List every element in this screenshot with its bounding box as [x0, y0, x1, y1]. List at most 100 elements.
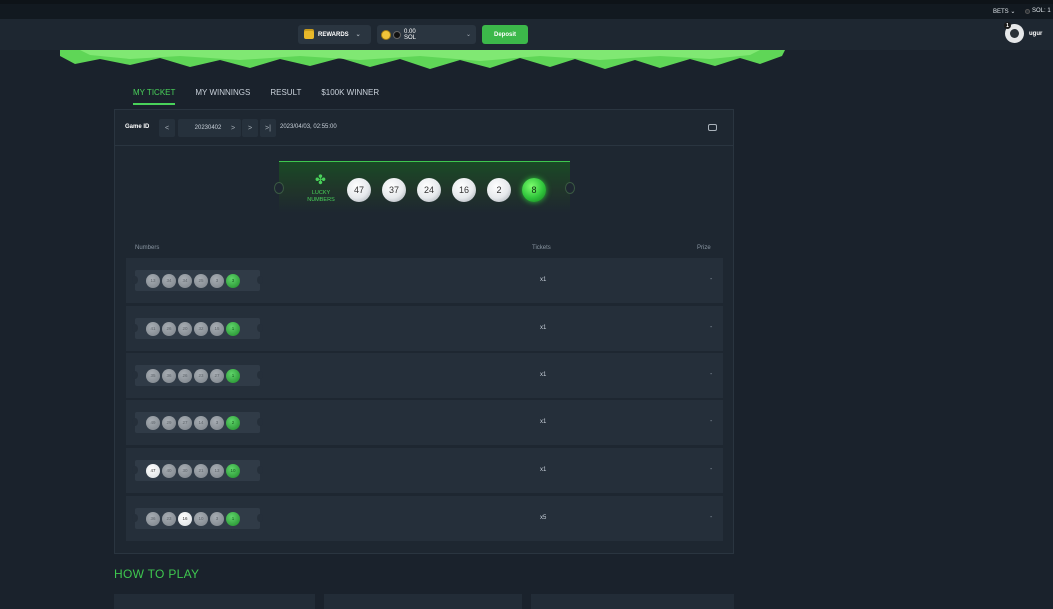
game-datetime: 2023/04/03, 02:55:00: [280, 124, 337, 130]
ticket-bonus-ball: 1: [226, 368, 240, 383]
ticket-ball: 23: [162, 511, 176, 526]
ticket-notch-left: [132, 514, 138, 522]
lucky-label-line2: NUMBERS: [307, 197, 335, 203]
ticket-ball-matched: 16: [178, 511, 192, 526]
clover-icon: ✤: [315, 172, 326, 187]
ticket-ball: 34: [162, 273, 176, 288]
ticket-prize: -: [710, 371, 713, 378]
ticket-ball: 29: [162, 415, 176, 430]
table-row: 49 29 27 14 3 2 x1 -: [126, 400, 723, 445]
ticket-ball: 20: [178, 321, 192, 336]
ticket-numbers: 49 29 27 14 3 2: [132, 412, 263, 433]
ticket-notch-left: [132, 371, 138, 379]
ticket-ball: 25: [194, 273, 208, 288]
lucky-number-balls: 47 37 24 16 2 8: [347, 178, 546, 202]
ticket-notch-left: [132, 276, 138, 284]
lucky-ball: 37: [382, 178, 406, 202]
ticket-ball: 35: [146, 368, 160, 383]
avatar[interactable]: 1: [1004, 22, 1024, 43]
bets-label: BETS: [993, 9, 1009, 15]
ticket-ball: 21: [194, 463, 208, 478]
ticket-notch-right: [257, 418, 263, 426]
lucky-numbers-label: LUCKY NUMBERS: [301, 190, 341, 204]
ticket-prize: -: [710, 324, 713, 331]
ticket-ball: 23: [194, 368, 208, 383]
column-header-numbers: Numbers: [135, 245, 160, 251]
ticket-numbers: 47 40 30 21 13 10: [132, 460, 263, 481]
table-row: 13 34 34 25 3 3 x1 -: [126, 258, 723, 303]
next-game-button[interactable]: >: [225, 119, 241, 137]
ticket-count: x1: [540, 467, 547, 473]
tab-result[interactable]: RESULT: [270, 88, 301, 105]
ticket-ball: 15: [210, 321, 224, 336]
ticket-count: x5: [540, 515, 547, 521]
ticket-ball: 36: [162, 368, 176, 383]
ticket-prize: -: [710, 276, 713, 283]
ticket-bonus-ball: 1: [226, 511, 240, 526]
rewards-button[interactable]: REWARDS ⌄: [298, 25, 371, 44]
ticket-ball: 3: [210, 415, 224, 430]
tab-my-winnings[interactable]: MY WINNINGS: [195, 88, 250, 105]
ticket-bonus-ball: 1: [226, 321, 240, 336]
money-banner-decoration: [60, 50, 785, 69]
lucky-ball: 47: [347, 178, 371, 202]
user-menu[interactable]: 1 ugur: [1004, 22, 1043, 43]
ticket-count: x1: [540, 277, 547, 283]
wallet-selector[interactable]: 0.00 SOL ⌄: [377, 25, 476, 44]
ticket-notch-right: [257, 276, 263, 284]
ticket-prize: -: [710, 418, 713, 425]
ticket-notch-right: [257, 466, 263, 474]
bets-dropdown[interactable]: BETS ⌄: [993, 8, 1015, 15]
table-row: 35 36 26 23 27 1 x1 -: [126, 353, 723, 398]
tab-100k-winner[interactable]: $100K WINNER: [321, 88, 379, 105]
lucky-ball: 16: [452, 178, 476, 202]
lucky-label-line1: LUCKY: [311, 190, 331, 196]
how-to-play-card: [531, 594, 734, 609]
tab-my-ticket[interactable]: MY TICKET: [133, 88, 176, 105]
ticket-notch-left: [274, 182, 284, 194]
deposit-button[interactable]: Deposit: [482, 25, 528, 44]
ticket-ball: 41: [146, 321, 160, 336]
coins-icon: [304, 30, 314, 39]
how-to-play-card: [324, 594, 522, 609]
ticket-notch-right: [257, 324, 263, 332]
ticket-count: x1: [540, 325, 547, 331]
sol-balance-text: SOL: 1: [1032, 8, 1051, 14]
ticket-ball: 36: [146, 511, 160, 526]
ticket-numbers: 41 26 20 32 15 1: [132, 318, 263, 339]
ticket-ball: 40: [162, 463, 176, 478]
ticket-notch-left: [132, 418, 138, 426]
ticket-notch-right: [257, 371, 263, 379]
chevron-down-icon: ⌄: [465, 32, 471, 38]
ticket-prize: -: [710, 466, 713, 473]
lucky-ball: 24: [417, 178, 441, 202]
ticket-ball-matched: 47: [146, 463, 160, 478]
game-id-label: Game ID: [125, 124, 150, 130]
ticket-ball: 3: [210, 511, 224, 526]
top-mini-bar: BETS ⌄ SOL: 1: [0, 4, 1053, 19]
prev-game-button[interactable]: <: [159, 119, 175, 137]
ticket-panel: Game ID < 20 2 3040 2 > > >| 2023/04/03, 02…: [114, 109, 734, 554]
ticket-notch-left: [132, 324, 138, 332]
table-row: 47 40 30 21 13 10 x1 -: [126, 448, 723, 493]
chevron-down-icon: ⌄: [355, 32, 361, 38]
username: ugur: [1029, 30, 1043, 37]
table-row: 36 23 16 10 3 1 x5 -: [126, 496, 723, 541]
sol-balance[interactable]: SOL: 1: [1025, 8, 1051, 14]
ticket-notch-left: [132, 466, 138, 474]
ticket-count: x1: [540, 372, 547, 378]
ticket-notch-right: [257, 514, 263, 522]
next-game-button-2[interactable]: >: [242, 119, 258, 137]
ticket-numbers: 13 34 34 25 3 3: [132, 270, 263, 291]
ticket-ball: 27: [178, 415, 192, 430]
how-to-play-heading: HOW TO PLAY: [114, 567, 200, 581]
ticket-icon[interactable]: [708, 124, 717, 131]
ticket-ball: 13: [146, 273, 160, 288]
last-game-button[interactable]: >|: [260, 119, 276, 137]
ticket-numbers: 35 36 26 23 27 1: [132, 365, 263, 386]
game-selector-bar: Game ID < 20230402 > > >| 2023/04/03, 02…: [115, 110, 733, 146]
rewards-label: REWARDS: [318, 31, 349, 38]
ticket-bonus-ball: 3: [226, 273, 240, 288]
how-to-play-card: [114, 594, 315, 609]
ticket-ball: 14: [194, 415, 208, 430]
